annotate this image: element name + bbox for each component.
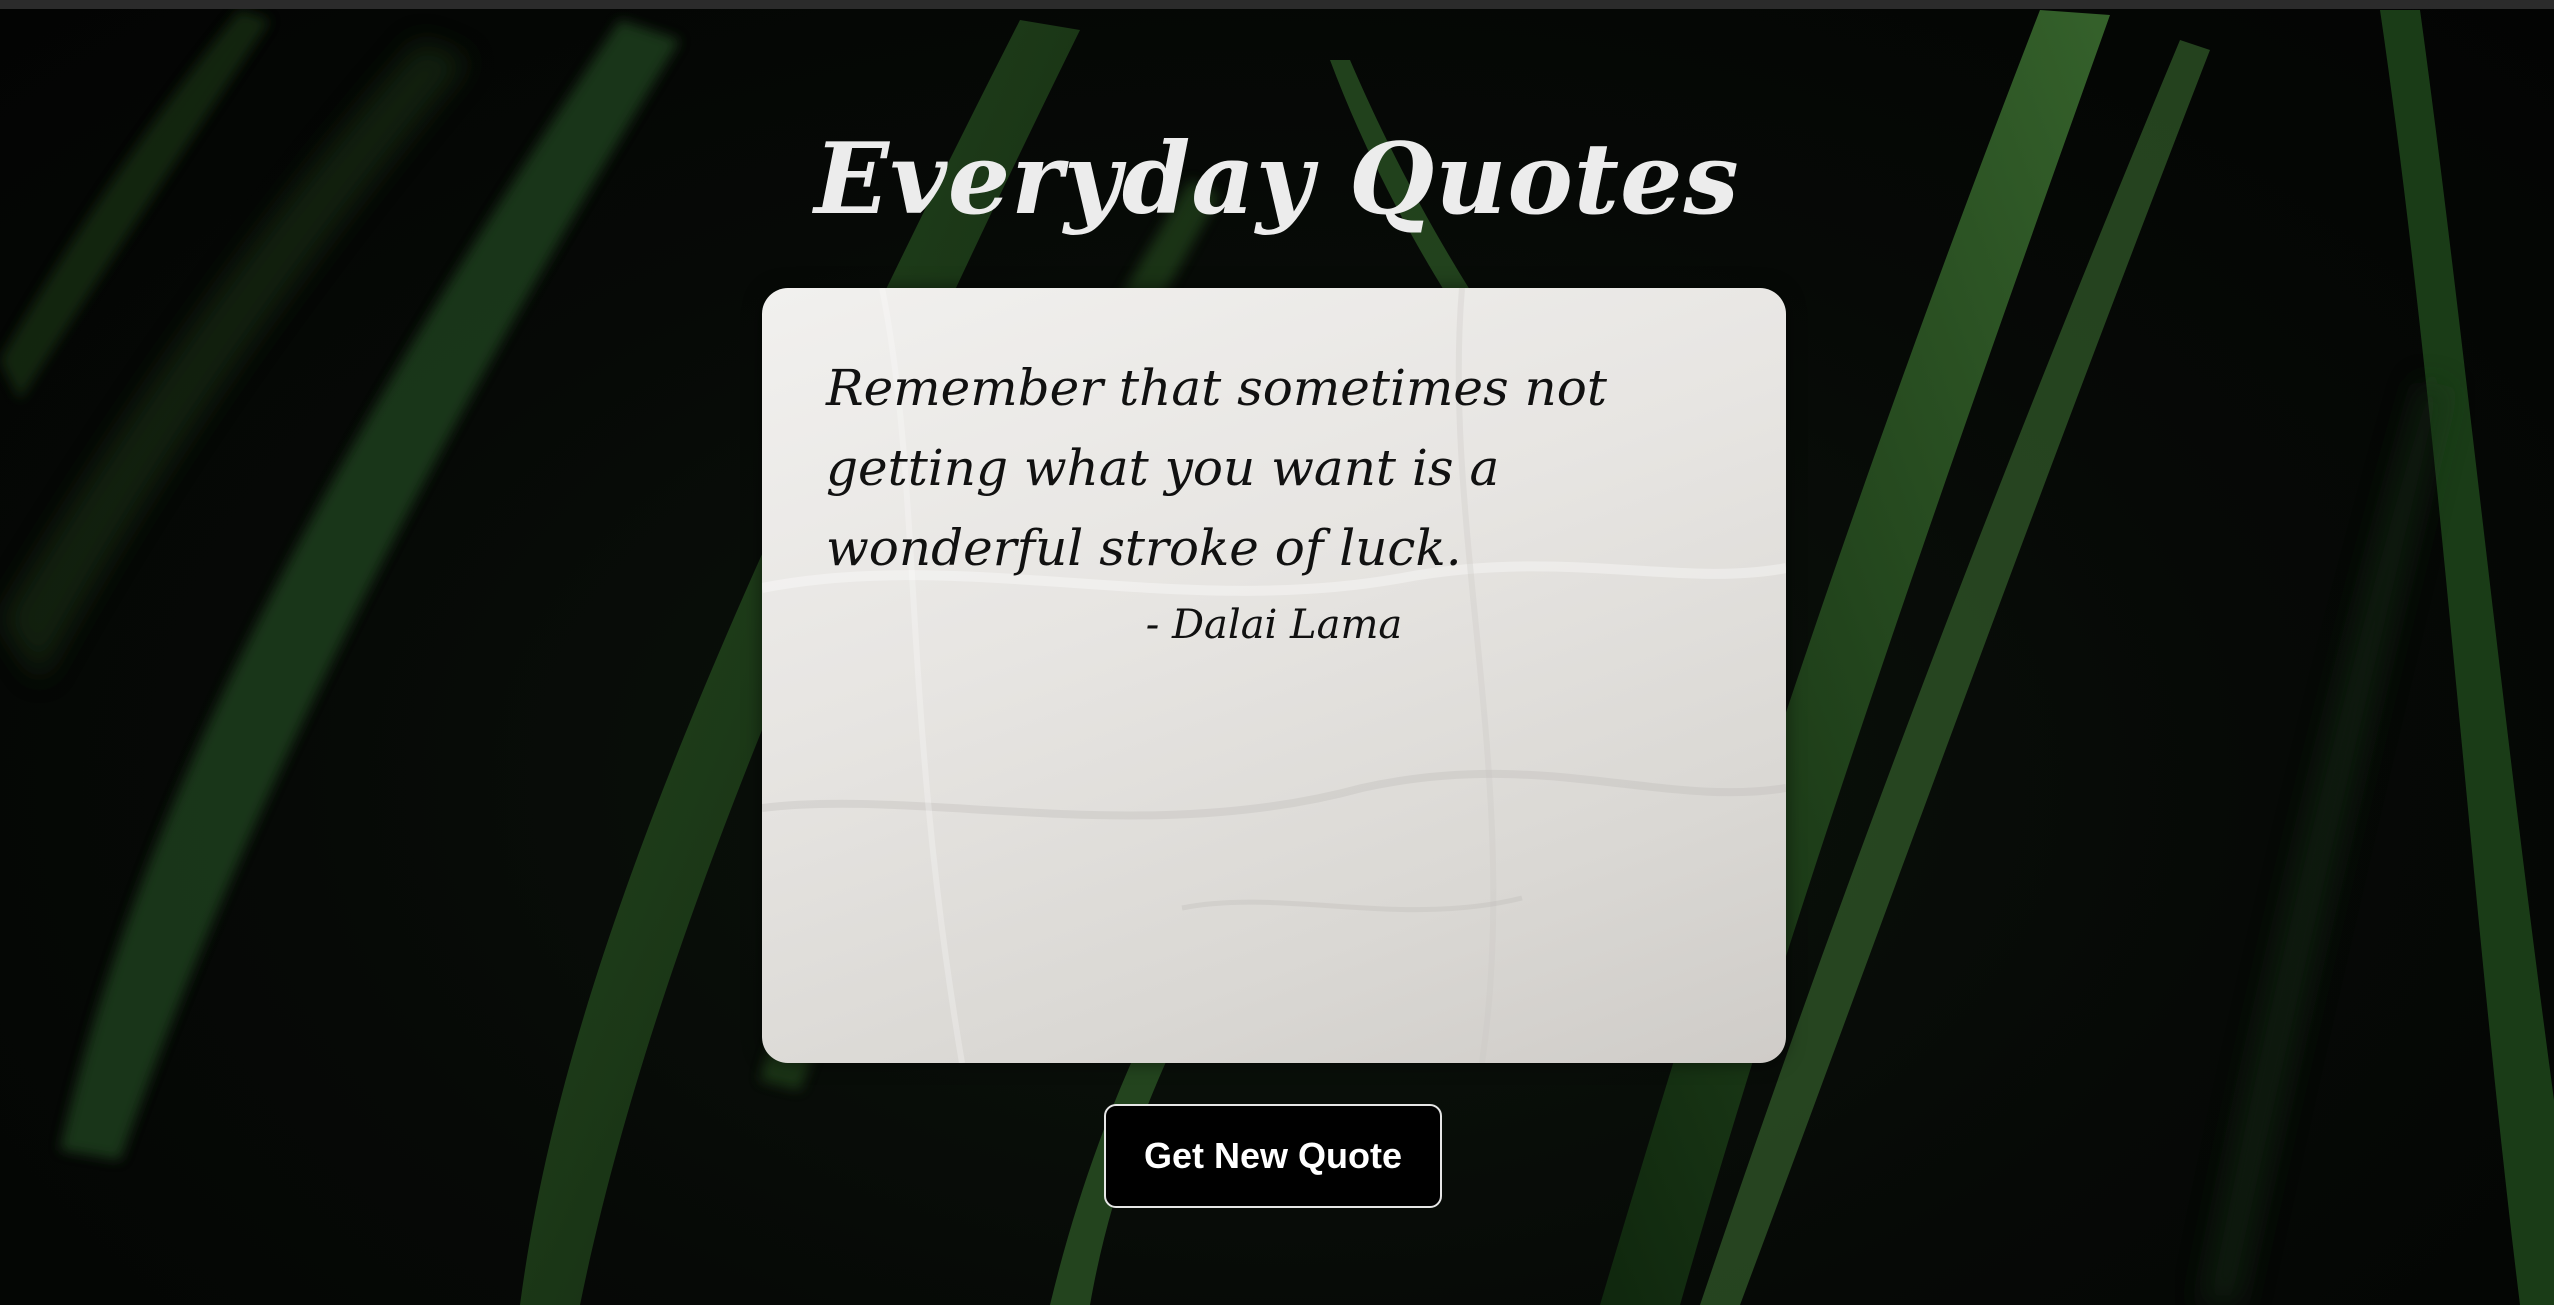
quote-author: - Dalai Lama [1145, 602, 1403, 648]
get-new-quote-button[interactable]: Get New Quote [1104, 1104, 1442, 1208]
browser-top-bar [0, 0, 2554, 9]
quote-text: Remember that sometimes not getting what… [826, 359, 1607, 577]
page: Everyday Quotes Remember that sometimes … [0, 0, 2554, 1305]
quote-card: Remember that sometimes not getting what… [762, 288, 1786, 1063]
page-title: Everyday Quotes [814, 122, 1740, 237]
